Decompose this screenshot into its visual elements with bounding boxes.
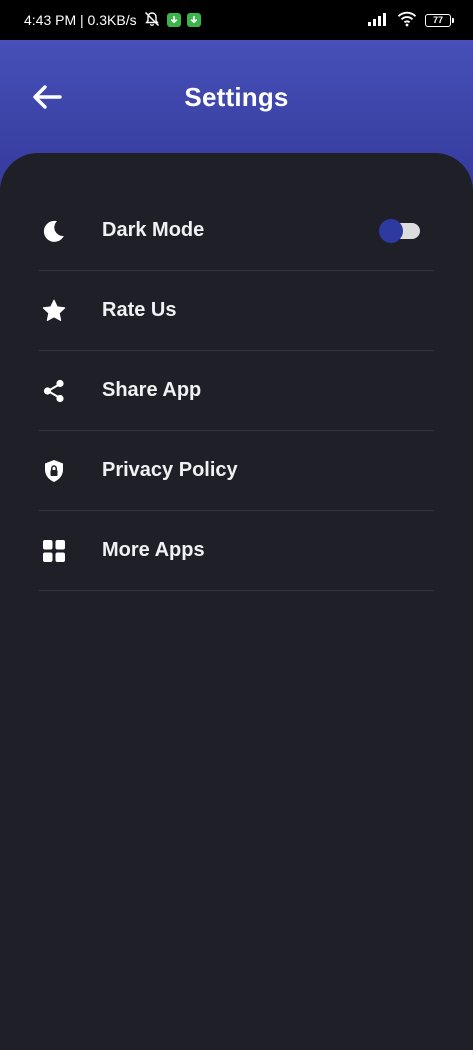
settings-item-label: Dark Mode	[102, 219, 205, 241]
star-icon	[39, 296, 69, 326]
status-bar: 4:43 PM | 0.3KB/s 77	[0, 0, 473, 40]
page-title: Settings	[184, 82, 289, 112]
settings-item-more-apps[interactable]: More Apps	[39, 511, 434, 591]
status-left: 4:43 PM | 0.3KB/s	[24, 11, 201, 30]
moon-icon	[39, 216, 69, 246]
download-icon	[166, 13, 181, 27]
settings-item-privacy-policy[interactable]: Privacy Policy	[39, 431, 434, 511]
settings-item-label: Privacy Policy	[102, 459, 238, 481]
settings-item-share-app[interactable]: Share App	[39, 351, 434, 431]
settings-item-label: Share App	[102, 379, 202, 401]
wifi-icon	[397, 11, 417, 30]
settings-item-label: More Apps	[102, 539, 205, 561]
download-icon	[186, 13, 201, 27]
status-right: 77	[367, 11, 454, 30]
signal-icon	[367, 12, 389, 29]
muted-bell-icon	[143, 11, 161, 30]
settings-item-rate-us[interactable]: Rate Us	[39, 271, 434, 351]
settings-list: Dark Mode Rate Us Share App Privacy Poli…	[39, 191, 434, 591]
settings-item-label: Rate Us	[102, 299, 177, 321]
status-time-speed: 4:43 PM | 0.3KB/s	[24, 12, 137, 28]
shield-lock-icon	[39, 456, 69, 486]
settings-panel: Dark Mode Rate Us Share App Privacy Poli…	[0, 153, 473, 1050]
toggle-knob	[379, 218, 403, 243]
dark-mode-toggle[interactable]	[379, 218, 420, 243]
battery-icon: 77	[425, 13, 454, 27]
share-icon	[39, 376, 69, 406]
apps-grid-icon	[39, 536, 69, 566]
settings-item-dark-mode[interactable]: Dark Mode	[39, 191, 434, 271]
